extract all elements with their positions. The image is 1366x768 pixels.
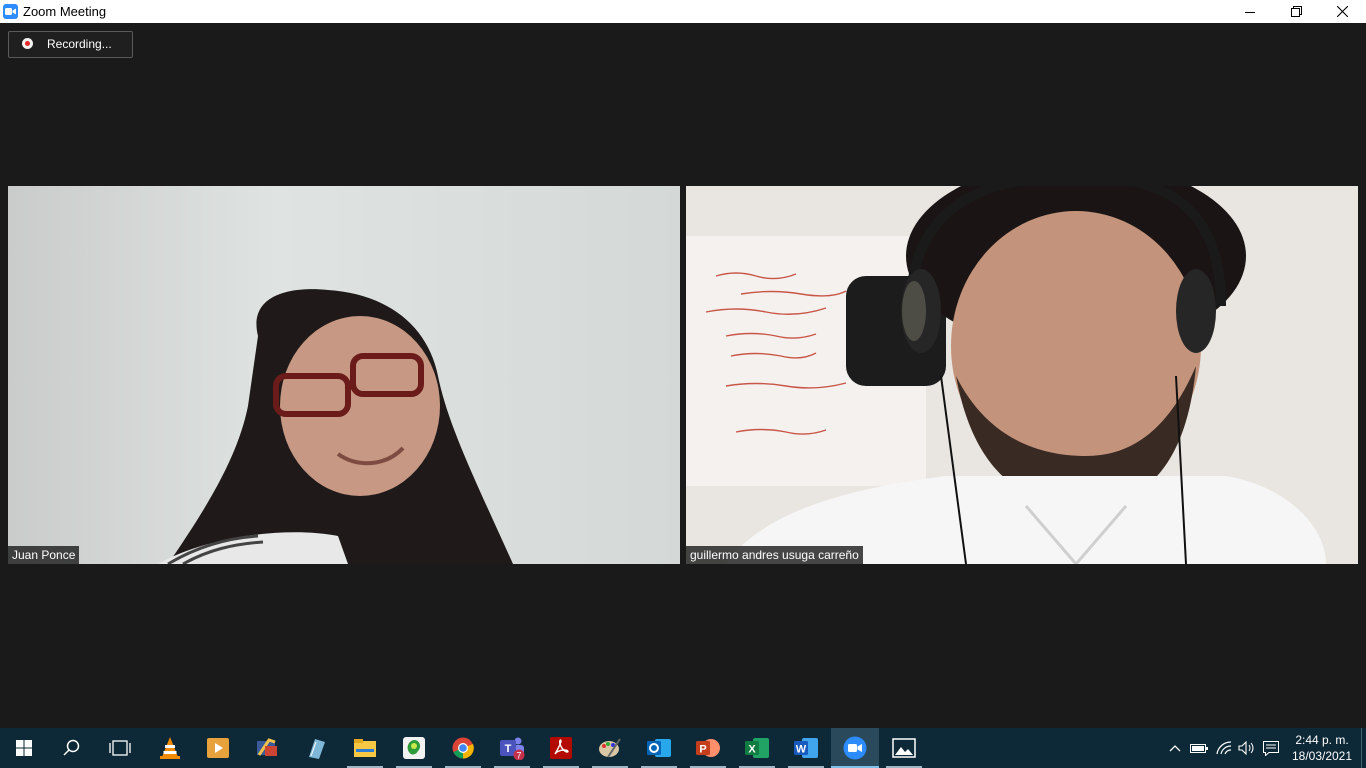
volume-icon[interactable] [1238, 739, 1256, 757]
search-icon[interactable] [48, 728, 96, 768]
outlook-icon[interactable] [635, 728, 683, 768]
file-explorer-icon[interactable] [341, 728, 389, 768]
notification-icon[interactable] [1262, 739, 1280, 757]
battery-icon[interactable] [1190, 739, 1208, 757]
restore-icon [1290, 6, 1302, 17]
close-button[interactable] [1319, 0, 1365, 23]
window-title: Zoom Meeting [23, 4, 107, 19]
teams-icon[interactable]: T7 [488, 728, 536, 768]
photos-icon[interactable] [880, 728, 928, 768]
powerpoint-icon[interactable]: P [684, 728, 732, 768]
show-desktop-button[interactable] [1361, 728, 1366, 768]
participant-name-tag: guillermo andres usuga carreño [686, 546, 863, 564]
participant-name-tag: Juan Ponce [8, 546, 80, 564]
video-editor-icon[interactable] [243, 728, 291, 768]
close-icon [1336, 6, 1348, 17]
green-app-icon[interactable] [390, 728, 438, 768]
restore-button[interactable] [1273, 0, 1319, 23]
zoom-icon[interactable] [831, 728, 879, 768]
record-icon [22, 38, 33, 49]
taskbar: T7 P X W [0, 728, 1366, 768]
acrobat-icon[interactable] [537, 728, 585, 768]
recording-indicator[interactable]: Recording... [8, 31, 133, 58]
paint-icon[interactable] [586, 728, 634, 768]
svg-text:T: T [505, 743, 512, 755]
vlc-icon[interactable] [146, 728, 194, 768]
participant-video-1 [8, 186, 680, 564]
windows-start-icon[interactable] [0, 728, 48, 768]
minimize-button[interactable] [1227, 0, 1273, 23]
svg-text:W: W [796, 744, 807, 756]
word-icon[interactable]: W [782, 728, 830, 768]
zoom-app-icon [3, 4, 18, 19]
clock-date: 18/03/2021 [1291, 749, 1353, 763]
task-view-icon[interactable] [96, 728, 144, 768]
system-clock[interactable]: 2:44 p. m. 18/03/2021 [1288, 732, 1356, 764]
title-bar: Zoom Meeting [0, 0, 1366, 23]
clock-time: 2:44 p. m. [1295, 733, 1349, 747]
notes-icon[interactable] [292, 728, 340, 768]
svg-text:P: P [699, 744, 706, 756]
chrome-icon[interactable] [439, 728, 487, 768]
video-tile-participant-2[interactable]: guillermo andres usuga carreño [686, 186, 1358, 564]
minimize-icon [1245, 11, 1255, 13]
video-tile-participant-1[interactable]: Juan Ponce [8, 186, 680, 564]
participant-video-2 [686, 186, 1358, 564]
svg-text:X: X [748, 744, 756, 756]
media-player-icon[interactable] [194, 728, 242, 768]
chevron-up-icon[interactable] [1166, 739, 1184, 757]
wifi-icon[interactable] [1215, 739, 1233, 757]
teams-badge-text: 7 [516, 751, 521, 761]
recording-label: Recording... [47, 37, 112, 51]
excel-icon[interactable]: X [733, 728, 781, 768]
